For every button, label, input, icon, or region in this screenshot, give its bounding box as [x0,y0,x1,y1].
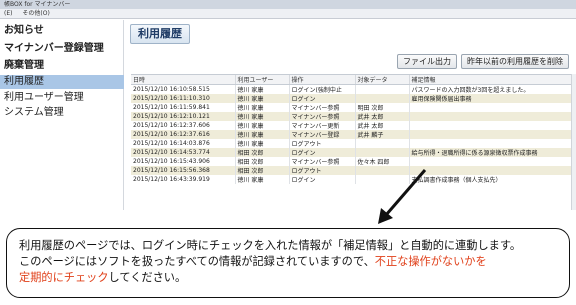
table-row[interactable]: 2015/12/10 16:15:56.368 相田 次郎 ログアウト [131,166,571,175]
table-row[interactable]: 2015/12/10 16:11:10.310 徳川 家康 ログイン 雇用保険関係届出… [131,94,571,103]
table-header-row: 日時 利用ユーザー 操作 対象データ 補足情報 [131,75,571,85]
cell-target [355,94,410,103]
cell-notes: 雇用保険関係届出事務 [409,94,571,103]
page-title: 利用履歴 [130,24,190,44]
callout-line-1: 利用履歴のページでは、ログイン時にチェックを入れた情報が「補足情報」と自動的に連… [19,239,522,252]
cell-datetime: 2015/12/10 16:15:43.906 [131,157,236,166]
cell-notes: 支払調書作成事務（個人支払先） [409,175,571,184]
cell-datetime: 2015/12/10 16:11:59.841 [131,103,236,112]
cell-target: 武井 麟子 [355,130,410,139]
column-header-datetime[interactable]: 日時 [131,75,236,85]
cell-user: 徳川 家康 [235,103,290,112]
sidebar-item-notices[interactable]: お知らせ [0,24,124,38]
cell-target: 佐々木 四郎 [355,157,410,166]
callout-line-2: このページにはソフトを扱ったすべての情報が記録されていますので、不正な操作がない… [19,254,557,270]
cell-notes [409,139,571,148]
cell-operation: ログアウト [289,139,356,148]
delete-old-history-button[interactable]: 昨年以前の利用履歴を削除 [461,54,569,69]
table-row[interactable]: 2015/12/10 16:14:03.876 徳川 家康 ログアウト [131,139,571,148]
cell-operation: マイナンバー更新 [289,121,356,130]
cell-datetime: 2015/12/10 16:14:03.876 [131,139,236,148]
window-titlebar: 帳BOX for マイナンバー [0,0,576,9]
cell-user: 相田 次郎 [235,157,290,166]
cell-target: 武井 太郎 [355,121,410,130]
cell-user: 相田 次郎 [235,166,290,175]
callout-line-2-highlight: 不正な操作がないかを [374,255,487,268]
table-scrollbar[interactable] [571,74,576,210]
cell-operation: マイナンバー参照 [289,112,356,121]
history-table: 日時 利用ユーザー 操作 対象データ 補足情報 2015/12/10 16:10… [131,74,571,210]
table-row[interactable]: 2015/12/10 16:15:43.906 相田 次郎 マイナンバー参照 佐々木 … [131,157,571,166]
table-row[interactable]: 2015/12/10 16:12:10.121 徳川 家康 マイナンバー参照 武井 太… [131,112,571,121]
cell-user: 徳川 家康 [235,130,290,139]
cell-user: 徳川 家康 [235,121,290,130]
table-row[interactable]: 2015/12/10 16:10:58.515 徳川 家康 ログイン(強制中止 パスワ… [131,84,571,94]
sidebar-item-mynumber-registration[interactable]: マイナンバー登録管理 [0,42,124,56]
menu-other[interactable]: その他(O) [22,10,49,17]
callout-line-3-highlight: 定期的にチェック [19,271,109,284]
table-row[interactable]: 2015/12/10 16:12:37.616 徳川 家康 マイナンバー登録 武井 麟… [131,130,571,139]
cell-user: 徳川 家康 [235,112,290,121]
cell-notes: 給与所得・退職所得に係る源泉徴収票作成事務 [409,148,571,157]
column-header-target[interactable]: 対象データ [355,75,410,85]
cell-user: 徳川 家康 [235,139,290,148]
cell-notes [409,166,571,175]
cell-operation: ログイン [289,94,356,103]
callout-line-3-text: してください。 [108,271,187,284]
cell-target [355,175,410,184]
cell-operation: ログイン [289,148,356,157]
window-title: 帳BOX for マイナンバー [4,1,71,8]
sidebar-item-disposal[interactable]: 廃棄管理 [0,59,124,73]
cell-notes [409,121,571,130]
cell-datetime: 2015/12/10 16:14:53.774 [131,148,236,157]
cell-operation: マイナンバー参照 [289,157,356,166]
cell-notes [409,103,571,112]
cell-datetime: 2015/12/10 16:11:10.310 [131,94,236,103]
cell-target [355,148,410,157]
column-header-user[interactable]: 利用ユーザー [235,75,290,85]
cell-user: 相田 次郎 [235,148,290,157]
cell-operation: マイナンバー登録 [289,130,356,139]
table-row[interactable]: 2015/12/10 16:12:37.606 徳川 家康 マイナンバー更新 武井 太… [131,121,571,130]
cell-operation: ログイン(強制中止 [289,84,356,94]
cell-notes [409,157,571,166]
cell-datetime: 2015/12/10 16:12:10.121 [131,112,236,121]
column-header-operation[interactable]: 操作 [289,75,356,85]
cell-user: 徳川 家康 [235,94,290,103]
cell-target [355,84,410,94]
sidebar: お知らせ マイナンバー登録管理 廃棄管理 利用履歴 利用ユーザー管理 システム管… [0,20,124,210]
cell-datetime: 2015/12/10 16:10:58.515 [131,84,236,94]
cell-user: 徳川 家康 [235,175,290,184]
cell-target: 武井 太郎 [355,112,410,121]
callout-line-3: 定期的にチェックしてください。 [19,270,557,286]
cell-notes [409,112,571,121]
cell-target [355,139,410,148]
export-file-button[interactable]: ファイル出力 [397,54,457,69]
sidebar-item-system-management[interactable]: システム管理 [0,106,124,120]
cell-datetime: 2015/12/10 16:12:37.606 [131,121,236,130]
cell-datetime: 2015/12/10 16:15:56.368 [131,166,236,175]
main-panel: 利用履歴 ファイル出力 昨年以前の利用履歴を削除 日時 利用ユーザー 操作 対象… [125,20,576,210]
cell-operation: ログイン [289,175,356,184]
column-header-notes[interactable]: 補足情報 [409,75,571,85]
table-row[interactable]: 2015/12/10 16:14:53.774 相田 次郎 ログイン 給与所得・退職所… [131,148,571,157]
cell-user: 徳川 家康 [235,84,290,94]
sidebar-item-user-management[interactable]: 利用ユーザー管理 [0,91,124,105]
table-row[interactable]: 2015/12/10 16:43:39.919 徳川 家康 ログイン 支払調書作成事務… [131,175,571,184]
cell-datetime: 2015/12/10 16:43:39.919 [131,175,236,184]
cell-operation: マイナンバー参照 [289,103,356,112]
cell-datetime: 2015/12/10 16:12:37.616 [131,130,236,139]
callout-box: 利用履歴のページでは、ログイン時にチェックを入れた情報が「補足情報」と自動的に連… [6,228,570,298]
menu-edit[interactable]: (E) [4,10,12,17]
menu-bar: (E) その他(O) [0,9,576,19]
cell-target [355,166,410,175]
cell-operation: ログアウト [289,166,356,175]
sidebar-item-usage-history[interactable]: 利用履歴 [0,75,124,89]
callout-line-2-text: このページにはソフトを扱ったすべての情報が記録されていますので、 [19,255,375,268]
cell-notes [409,130,571,139]
cell-notes: パスワードの入力回数が3回を超えました。 [409,84,571,94]
table-row[interactable]: 2015/12/10 16:11:59.841 徳川 家康 マイナンバー参照 明田 次… [131,103,571,112]
cell-target: 明田 次郎 [355,103,410,112]
